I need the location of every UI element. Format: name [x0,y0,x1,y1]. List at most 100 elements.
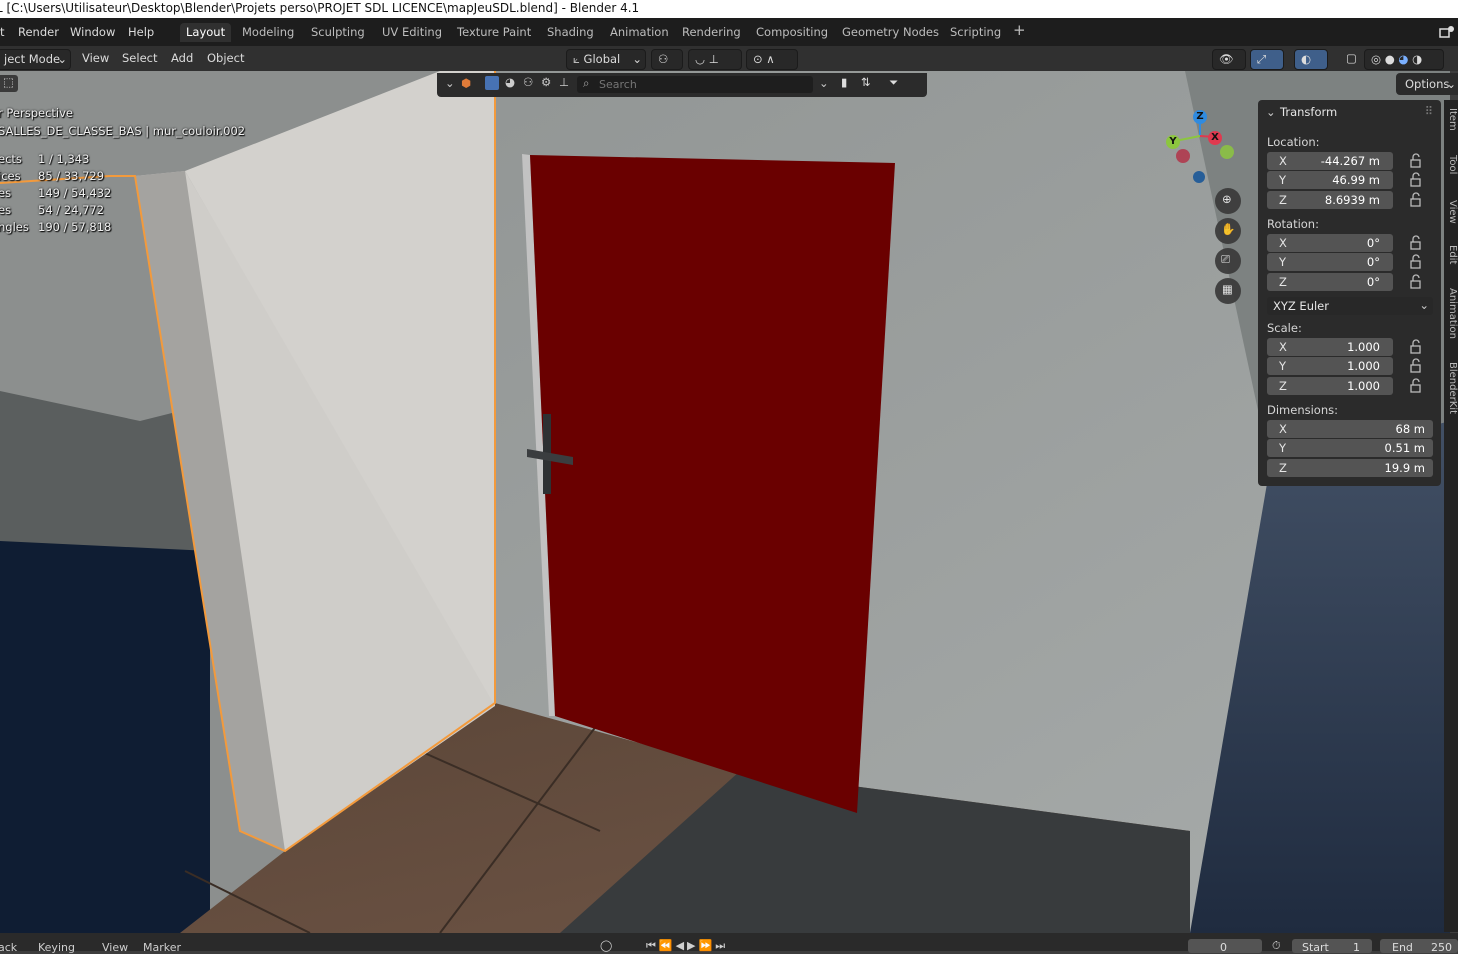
xray-toggle[interactable]: ▢ [1340,49,1366,68]
chevron-down-icon[interactable]: ⌄ [819,76,829,90]
chevron-down-icon[interactable]: ⌄ [1266,105,1276,119]
tab-blenderkit[interactable]: BlenderKit [1444,362,1458,414]
toolbar-toggle[interactable]: ⬚ [0,75,18,92]
timeline-keying-menu[interactable]: Keying [38,941,75,954]
material-shading-icon[interactable]: ◕ [1398,52,1408,66]
menu-truncated[interactable]: t [0,25,5,39]
solid-shading-icon[interactable]: ● [1385,52,1395,66]
camera-view-button[interactable]: ⎚ [1215,248,1241,274]
rotation-mode-dropdown[interactable]: XYZ Euler ⌄ [1267,297,1433,315]
gizmo-toggle[interactable]: ⤢ [1250,49,1284,70]
add-workspace-button[interactable]: + [1007,21,1032,40]
axis-y-button[interactable]: Y [1166,135,1180,149]
scene-icon[interactable] [1438,24,1456,40]
scale-z-field[interactable]: Z 1.000 [1267,377,1393,395]
menu-select[interactable]: Select [116,49,163,68]
shading-mode-buttons[interactable]: ◎ ● ◕ ◑ [1364,49,1444,70]
tab-animation[interactable]: Animation [604,23,675,42]
pan-button[interactable]: ✋ [1215,218,1241,244]
object-type-icon[interactable]: ⬢ [461,76,471,90]
location-y-field[interactable]: Y 46.99 m [1267,171,1393,189]
timeline-header: ack Keying View Marker ◯ ⏮⏪◀▶⏩⏭ 0 ⏱ Star… [0,933,1458,954]
3d-viewport[interactable]: r Perspective SALLES_DE_CLASSE_BAS | mur… [0,71,1450,933]
visibility-dropdown[interactable]: 👁 [1212,49,1246,70]
lock-icon[interactable] [1408,274,1424,290]
tab-tool[interactable]: Tool [1444,155,1458,174]
tab-shading[interactable]: Shading [541,23,600,42]
tab-item[interactable]: Item [1444,108,1458,131]
lock-icon[interactable] [1408,358,1424,374]
lock-icon[interactable] [1408,153,1424,169]
filter-icon[interactable]: ⚇ [523,75,533,89]
rotation-z-field[interactable]: Z 0° [1267,273,1393,291]
menu-window[interactable]: Window [70,25,115,39]
ortho-toggle-button[interactable]: ▦ [1215,278,1241,304]
funnel-icon[interactable]: ⏷ [889,75,898,90]
tab-sculpting[interactable]: Sculpting [305,23,371,42]
transform-orientation-dropdown[interactable]: ⟀ Global ⌄ [566,49,646,70]
chevron-down-icon[interactable]: ⌄ [445,76,455,90]
axis-z-button[interactable]: Z [1193,110,1207,124]
pivot-point-dropdown[interactable]: ⚇ [651,49,683,70]
axis-neg-x-button[interactable] [1220,145,1234,159]
mode-dropdown[interactable]: ject Mode ⌄ [0,49,71,70]
location-x-field[interactable]: X -44.267 m [1267,152,1393,170]
search-input[interactable] [577,76,813,93]
tab-layout[interactable]: Layout [180,23,232,42]
axis-neg-z-button[interactable] [1193,171,1205,183]
red-door[interactable] [530,155,895,813]
tab-view[interactable]: View [1444,200,1458,224]
menu-render[interactable]: Render [18,25,59,39]
tab-compositing[interactable]: Compositing [750,23,834,42]
axis-x-button[interactable]: X [1208,131,1222,145]
timeline-playback-menu[interactable]: ack [0,941,17,954]
hierarchy-icon[interactable]: ⊥ [559,75,569,89]
timeline-view-menu[interactable]: View [102,941,128,954]
tab-scripting[interactable]: Scripting [944,23,1007,42]
dimensions-y-field[interactable]: Y 0.51 m [1267,439,1433,457]
rotation-y-field[interactable]: Y 0° [1267,253,1393,271]
settings-icon[interactable]: ⚙ [541,75,551,89]
zoom-button[interactable]: ⊕ [1215,188,1241,214]
tab-animation-side[interactable]: Animation [1444,288,1458,339]
tab-geometry-nodes[interactable]: Geometry Nodes [836,23,945,42]
lock-icon[interactable] [1408,172,1424,188]
lock-icon[interactable] [1408,235,1424,251]
rotation-x-field[interactable]: X 0° [1267,234,1393,252]
scale-y-field[interactable]: Y 1.000 [1267,357,1393,375]
drag-handle-icon[interactable]: ⠿ [1425,104,1433,118]
scale-x-field[interactable]: X 1.000 [1267,338,1393,356]
location-z-field[interactable]: Z 8.6939 m [1267,191,1393,209]
tab-modeling[interactable]: Modeling [236,23,300,42]
snap-toggle[interactable]: ◡ ⊥ [688,49,742,70]
tab-uv-editing[interactable]: UV Editing [376,23,448,42]
menu-view[interactable]: View [76,49,115,68]
overlay-toggle[interactable]: ◐ [1294,49,1328,70]
options-dropdown[interactable]: Options ⌄ [1396,73,1458,95]
bookmark-icon[interactable]: ▮ [841,75,847,89]
timeline-marker-menu[interactable]: Marker [143,941,181,954]
lock-icon[interactable] [1408,378,1424,394]
menu-add[interactable]: Add [165,49,199,68]
menu-object[interactable]: Object [201,49,250,68]
start-label: Start [1302,941,1329,954]
tab-edit[interactable]: Edit [1444,245,1458,264]
lock-icon[interactable] [1408,339,1424,355]
axis-neg-y-button[interactable] [1176,149,1190,163]
tab-rendering[interactable]: Rendering [676,23,747,42]
lock-icon[interactable] [1408,254,1424,270]
sort-icon[interactable]: ⇅ [861,75,871,89]
rendered-shading-icon[interactable]: ◑ [1412,52,1422,66]
selectable-toggle-icon[interactable] [485,76,499,90]
magnet-icon: ◡ ⊥ [695,52,719,66]
menu-help[interactable]: Help [128,25,154,39]
record-icon[interactable]: ◯ [600,939,612,952]
wireframe-shading-icon[interactable]: ◎ [1371,52,1381,66]
tab-texture-paint[interactable]: Texture Paint [451,23,537,42]
proportional-edit-toggle[interactable]: ⊙ ∧ [746,49,798,70]
panel-title[interactable]: Transform [1280,105,1337,119]
display-mode-icon[interactable]: ◕ [505,75,515,89]
dimensions-x-field[interactable]: X 68 m [1267,420,1433,438]
dimensions-z-field[interactable]: Z 19.9 m [1267,459,1433,477]
lock-icon[interactable] [1408,192,1424,208]
